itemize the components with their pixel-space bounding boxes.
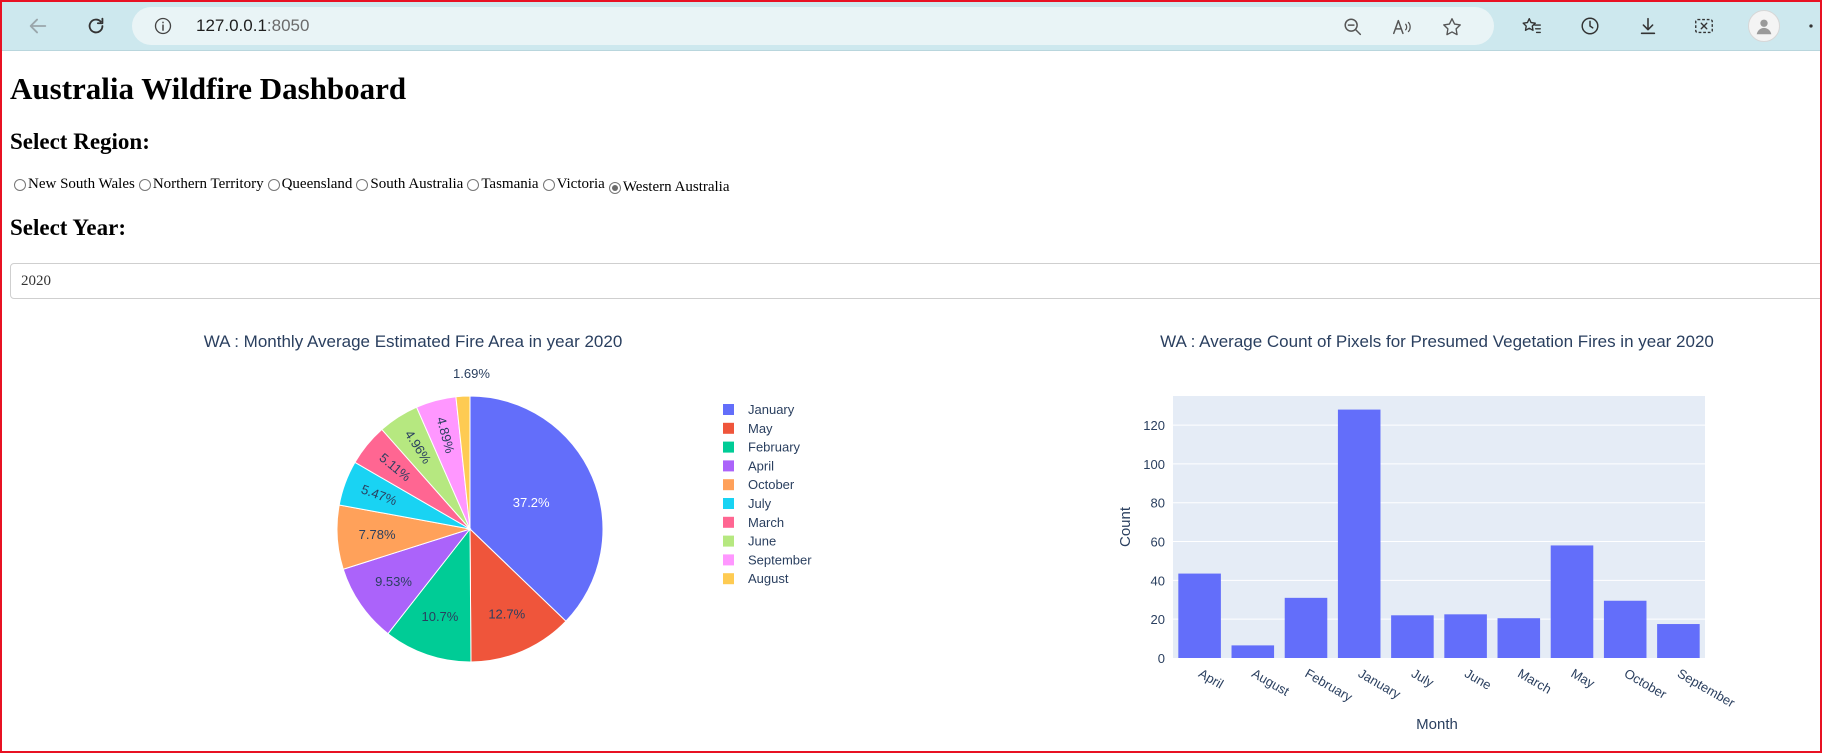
pie-chart-title: WA : Monthly Average Estimated Fire Area… [204, 332, 623, 351]
legend-item-label: October [748, 477, 795, 492]
pie-chart: WA : Monthly Average Estimated Fire Area… [204, 332, 812, 663]
pie-slice-label: 1.69% [453, 366, 490, 381]
x-tick-label: January [1356, 666, 1404, 702]
bar [1444, 614, 1487, 658]
pie-slice-label: 37.2% [513, 495, 550, 510]
legend-swatch [723, 441, 734, 453]
y-tick-label: 20 [1151, 612, 1165, 627]
legend-item-label: August [748, 571, 789, 586]
bar-y-tick-labels: 0 20 40 60 80 100 120 [1143, 418, 1165, 666]
legend-swatch [723, 516, 734, 528]
x-tick-label: March [1515, 666, 1554, 697]
y-tick-label: 80 [1151, 496, 1165, 511]
x-tick-label: May [1569, 666, 1598, 692]
legend-swatch [723, 535, 734, 547]
legend-item-label: July [748, 496, 772, 511]
legend-swatch [723, 479, 734, 491]
legend-swatch [723, 573, 734, 585]
bar-chart-title: WA : Average Count of Pixels for Presume… [1160, 332, 1714, 351]
legend-swatch [723, 422, 734, 434]
bar [1178, 573, 1221, 658]
legend-swatch [723, 554, 734, 566]
bar-x-axis-label: Month [1416, 716, 1458, 733]
legend-item-label: January [748, 402, 795, 417]
bar [1284, 597, 1328, 658]
legend-item-label: June [748, 534, 776, 549]
bar-chart: WA : Average Count of Pixels for Presume… [1117, 332, 1738, 733]
y-tick-label: 120 [1143, 418, 1165, 433]
x-tick-label: June [1462, 666, 1494, 693]
bar [1550, 545, 1594, 658]
legend-swatch [723, 460, 734, 472]
x-tick-label: October [1622, 666, 1670, 702]
bar-x-tick-labels: April August February January July June March M… [1196, 666, 1738, 711]
bar [1391, 615, 1434, 658]
pie-slice-label: 10.7% [421, 609, 458, 624]
bar [1231, 645, 1275, 658]
legend-item-label: February [748, 440, 801, 455]
y-tick-label: 0 [1158, 651, 1165, 666]
legend-swatch [723, 404, 734, 415]
bar [1603, 600, 1647, 658]
pie-legend: January May February April October July March J… [723, 402, 812, 586]
legend-item-label: September [748, 552, 812, 567]
y-tick-label: 60 [1151, 535, 1165, 550]
bar [1337, 409, 1381, 658]
x-tick-label: April [1196, 666, 1226, 692]
x-tick-label: February [1303, 666, 1356, 705]
legend-item-label: March [748, 515, 784, 530]
legend-swatch [723, 498, 734, 509]
x-tick-label: August [1249, 666, 1292, 699]
y-tick-label: 100 [1143, 457, 1165, 472]
pie-slice-label: 9.53% [375, 574, 412, 589]
pie-slice-label: 7.78% [359, 527, 396, 542]
bar [1497, 618, 1541, 658]
x-tick-label: July [1409, 666, 1437, 691]
x-tick-label: September [1675, 666, 1738, 711]
pie-slice-label: 12.7% [488, 607, 525, 622]
legend-item-label: April [748, 458, 774, 473]
bar [1657, 624, 1700, 658]
charts-layer: WA : Monthly Average Estimated Fire Area… [204, 332, 1738, 733]
legend-item-label: May [748, 421, 773, 436]
bar-y-axis-label: Count [1117, 506, 1134, 547]
y-tick-label: 40 [1151, 573, 1165, 588]
